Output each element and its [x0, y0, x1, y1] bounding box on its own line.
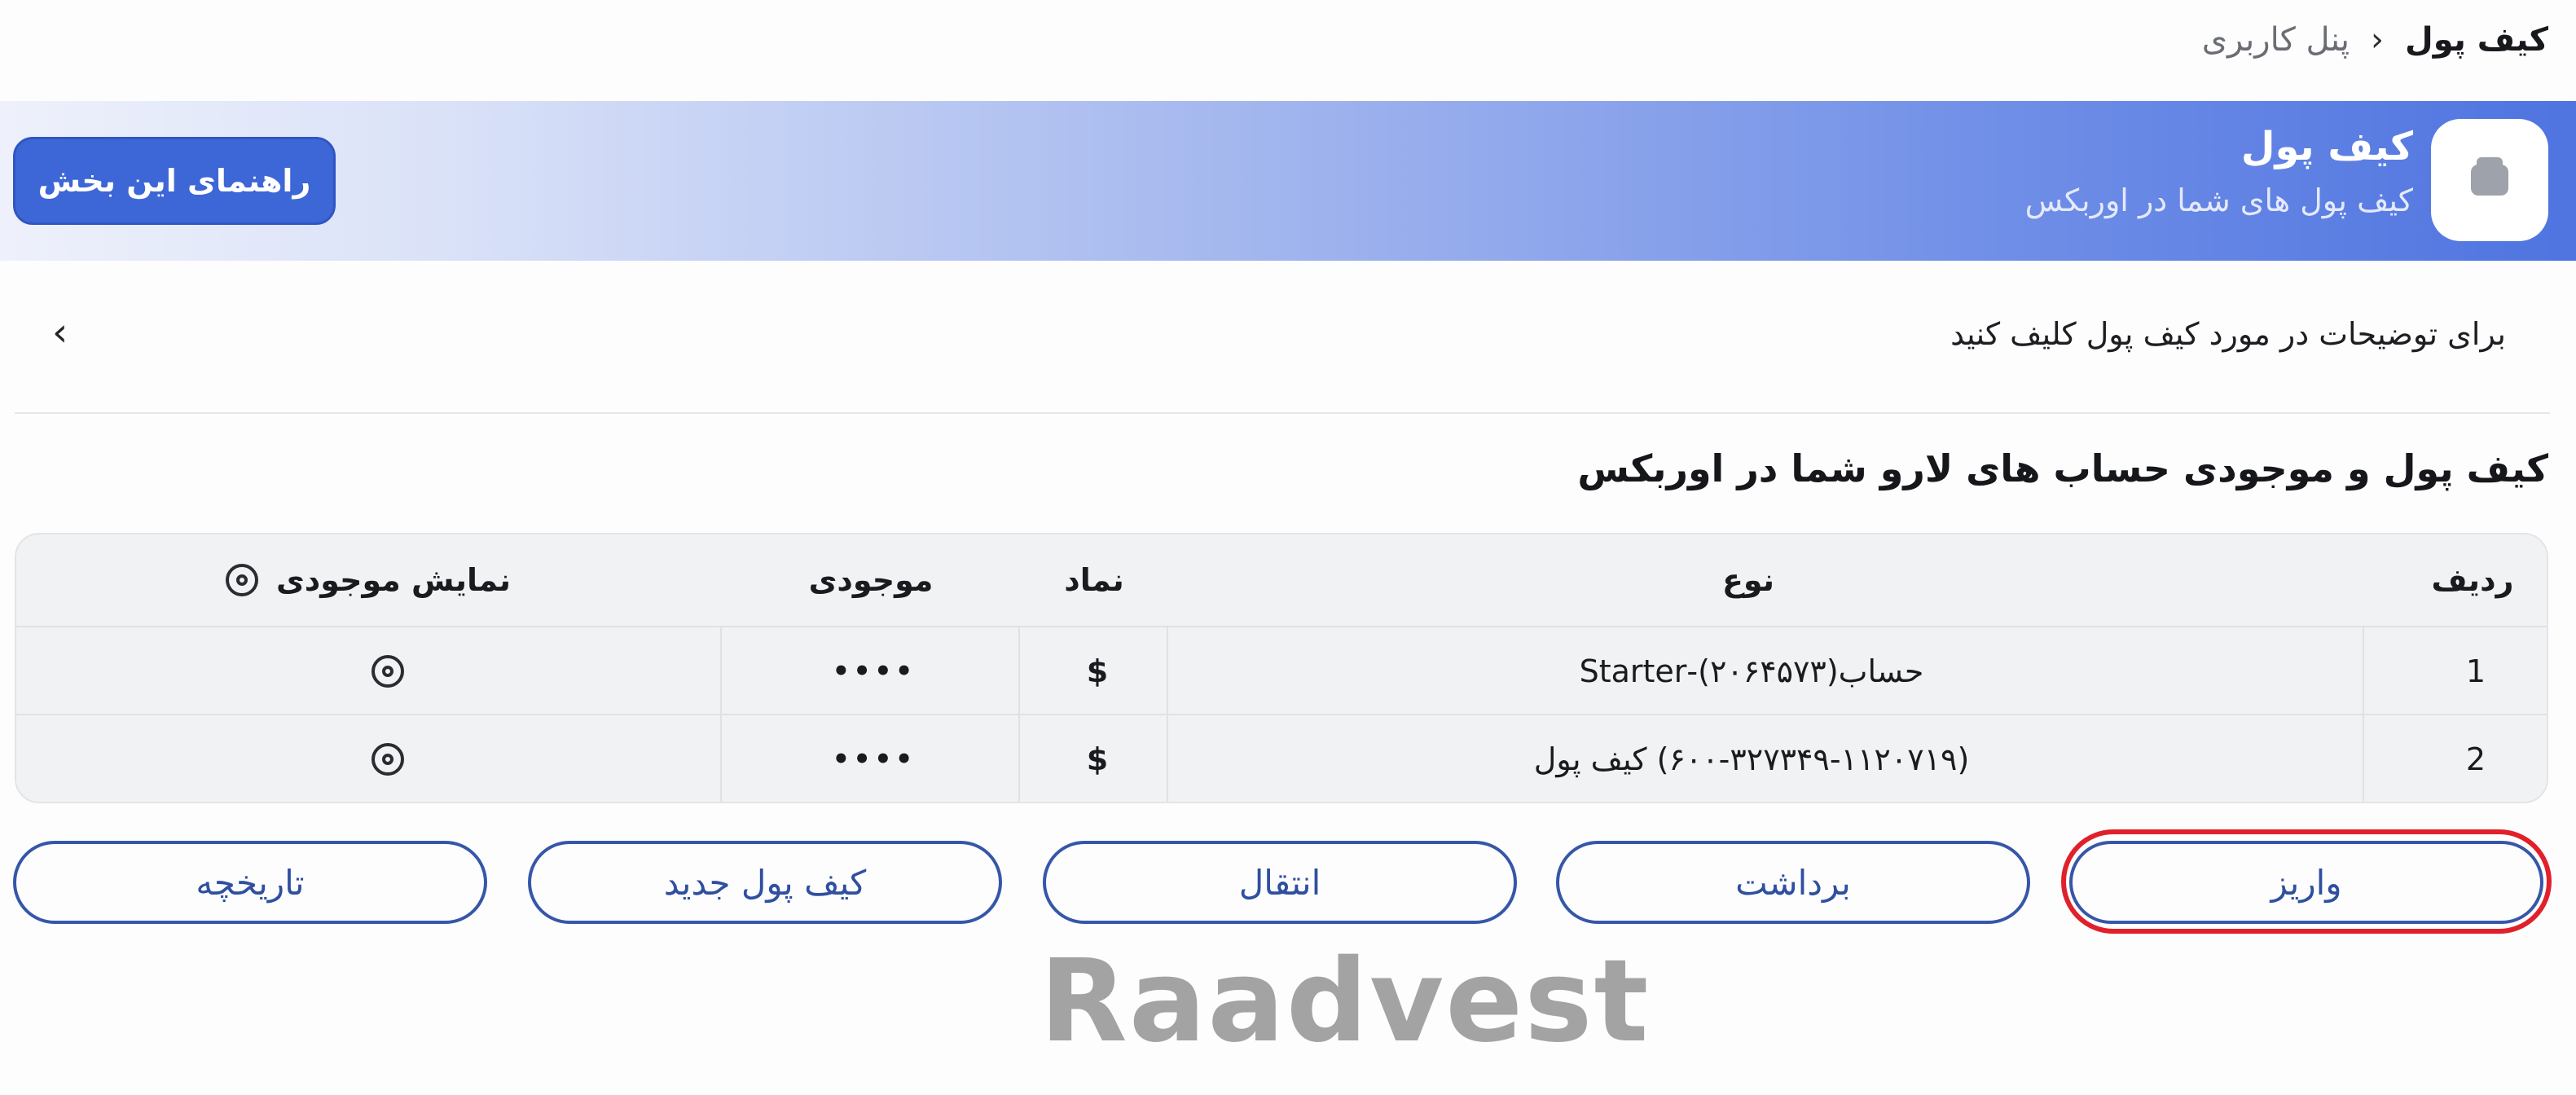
- withdraw-button[interactable]: برداشت: [1556, 841, 2030, 924]
- breadcrumb: پنل کاربری ‹ کیف پول: [2202, 21, 2548, 59]
- banner-icon-box: [2431, 119, 2548, 241]
- table-row: 1 حساب(۲۰۶۴۵۷۳)-Starter $ ••••: [16, 626, 2547, 715]
- header-show-balance: نمایش موجودی: [16, 534, 722, 626]
- cell-balance: ••••: [832, 655, 917, 688]
- eye-icon[interactable]: [371, 743, 404, 776]
- cell-show-balance: [18, 715, 725, 802]
- table-row: 2 (۶۰۰-۳۲۷۳۴۹-۱۱۲۰۷۱۹) کیف پول $ ••••: [16, 714, 2547, 802]
- section-guide-button[interactable]: راهنمای این بخش: [13, 137, 336, 225]
- cell-index: 1: [2465, 653, 2486, 689]
- cell-type: حساب(۲۰۶۴۵۷۳)-Starter: [1579, 653, 1924, 689]
- chevron-left-icon[interactable]: ‹: [52, 310, 68, 355]
- breadcrumb-root-link[interactable]: پنل کاربری: [2202, 21, 2350, 59]
- wallet-table: ردیف نوع نماد موجودی نمایش موجودی 1 حساب…: [15, 533, 2548, 803]
- deposit-button[interactable]: واریز: [2069, 841, 2543, 924]
- header-type: نوع: [1721, 562, 1775, 598]
- wallet-icon: [2471, 157, 2508, 196]
- header-symbol: نماد: [1064, 562, 1124, 598]
- breadcrumb-current: کیف پول: [2405, 21, 2548, 59]
- cell-index: 2: [2465, 741, 2486, 777]
- cell-symbol: $: [1086, 653, 1109, 689]
- new-wallet-button[interactable]: کیف پول جدید: [528, 841, 1002, 924]
- page-title: کیف پول: [2240, 124, 2413, 169]
- header-balance: موجودی: [808, 562, 934, 598]
- page-subtitle: کیف پول های شما در اوربکس: [2024, 182, 2413, 218]
- header-row: ردیف: [2431, 562, 2514, 598]
- wallet-info-text: برای توضیحات در مورد کیف پول کلیف کنید: [1950, 316, 2506, 352]
- page-header-banner: کیف پول کیف پول های شما در اوربکس راهنما…: [0, 101, 2576, 261]
- transfer-button[interactable]: انتقال: [1043, 841, 1517, 924]
- header-show-balance-label: نمایش موجودی: [275, 562, 512, 598]
- wallet-page: پنل کاربری ‹ کیف پول کیف پول کیف پول های…: [0, 0, 2576, 1095]
- cell-balance: ••••: [832, 743, 917, 776]
- wallet-info-accordion[interactable]: برای توضیحات در مورد کیف پول کلیف کنید ‹: [15, 277, 2550, 414]
- watermark: Raadvest: [1040, 935, 1651, 1068]
- section-title: کیف پول و موجودی حساب های لارو شما در او…: [1577, 446, 2548, 490]
- cell-type: (۶۰۰-۳۲۷۳۴۹-۱۱۲۰۷۱۹) کیف پول: [1533, 741, 1970, 777]
- chevron-left-icon: ‹: [2371, 21, 2385, 59]
- history-button[interactable]: تاریخچه: [13, 841, 487, 924]
- cell-show-balance: [18, 627, 725, 715]
- eye-icon[interactable]: [225, 564, 258, 596]
- eye-icon[interactable]: [371, 655, 404, 688]
- cell-symbol: $: [1086, 741, 1109, 777]
